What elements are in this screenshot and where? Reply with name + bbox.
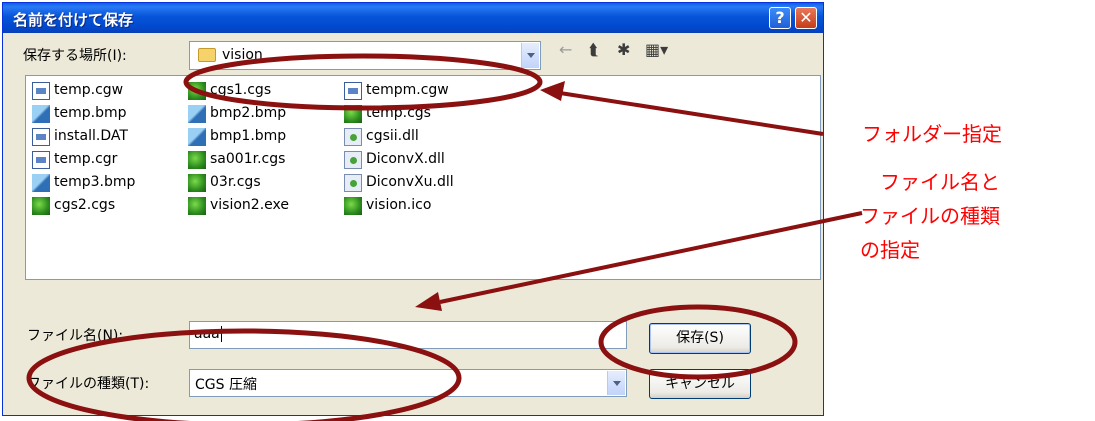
folder-arrow-line <box>559 91 824 136</box>
filename-arrowhead-icon <box>415 292 442 311</box>
filename-annotation-line1: ファイル名と <box>880 170 1000 194</box>
folder-annotation: フォルダー指定 <box>862 122 1002 146</box>
filename-annotation-line2: ファイルの種類 <box>860 204 1000 228</box>
folder-arrowhead-icon <box>540 81 565 101</box>
folder-highlight-ellipse <box>183 53 543 111</box>
filename-arrow-line <box>439 211 863 304</box>
filename-highlight-ellipse <box>26 328 462 421</box>
save-highlight-ellipse <box>598 304 798 380</box>
filename-annotation-line3: の指定 <box>860 238 920 262</box>
